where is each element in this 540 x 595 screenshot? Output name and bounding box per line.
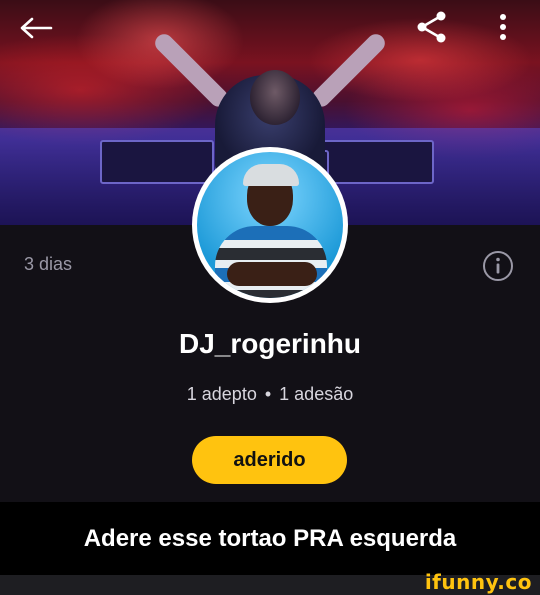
share-icon: [417, 11, 446, 43]
more-vertical-icon: [500, 14, 506, 40]
back-button[interactable]: [16, 12, 56, 44]
following-count[interactable]: 1 adesão: [279, 384, 353, 404]
info-icon: [483, 251, 513, 281]
more-menu-button[interactable]: [490, 10, 516, 44]
ifunny-watermark: ifunny.co: [424, 570, 532, 594]
profile-screen: 3 dias DJ_rogerinhu 1 adepto • 1 adesão ad…: [0, 0, 540, 502]
info-button[interactable]: [482, 250, 514, 282]
meme-caption-bar: Adere esse tortao PRA esquerda: [0, 502, 540, 575]
subscribe-button[interactable]: aderido: [192, 436, 347, 484]
stats-separator: •: [264, 384, 272, 404]
avatar[interactable]: [192, 147, 348, 303]
avatar-photo: [197, 152, 343, 298]
post-time: 3 dias: [24, 254, 73, 274]
username: DJ_rogerinhu: [178, 328, 362, 359]
profile-stats: 1 adepto • 1 adesão: [0, 384, 540, 405]
share-button[interactable]: [412, 8, 452, 46]
arrow-left-icon: [20, 17, 53, 39]
meme-caption: Adere esse tortao PRA esquerda: [83, 524, 457, 552]
followers-count[interactable]: 1 adepto: [187, 384, 257, 404]
